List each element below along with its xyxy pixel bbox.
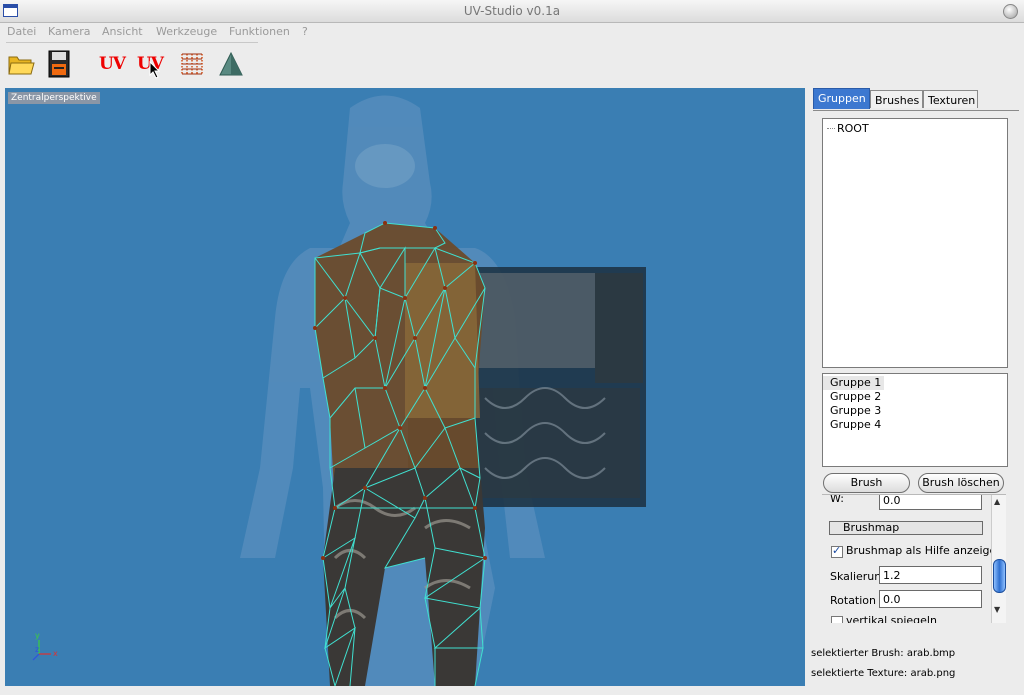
axis-z-label: z <box>35 645 40 654</box>
properties-scrollbar[interactable]: ▲ ▼ <box>991 495 1006 623</box>
tab-divider <box>813 110 1019 111</box>
window-title: UV-Studio v0.1a <box>463 4 561 18</box>
scrollbar-thumb[interactable] <box>993 559 1006 593</box>
scale-field[interactable]: 1.2 <box>879 566 982 584</box>
scene-render <box>32 95 646 686</box>
grid-mesh-icon <box>181 53 203 75</box>
menu-bar: Datei Kamera Ansicht Werkzeuge Funktione… <box>0 22 1024 42</box>
title-bar: UV-Studio v0.1a <box>0 0 1024 23</box>
open-folder-button[interactable] <box>5 46 37 82</box>
viewport-label: Zentralperspektive <box>8 92 100 104</box>
assign-brush-button[interactable]: Brush zuweisen <box>823 473 910 506</box>
list-item[interactable]: Gruppe 2 <box>823 390 1007 404</box>
list-item[interactable]: Gruppe 1 <box>823 376 885 390</box>
tree-root-node[interactable]: ROOT <box>827 122 869 135</box>
brush-properties: W: 0.0 Brushmap Brushmap als Hilfe anzei… <box>822 494 1006 623</box>
list-item[interactable]: Gruppe 3 <box>823 404 1007 418</box>
w-field[interactable]: 0.0 <box>879 495 982 510</box>
scroll-down-icon[interactable]: ▼ <box>994 605 1000 614</box>
selected-texture-status: selektierte Texture: arab.png <box>811 668 956 679</box>
axis-x-label: x <box>53 649 58 658</box>
w-label: W: <box>830 494 844 505</box>
group-list[interactable]: Gruppe 1 Gruppe 2 Gruppe 3 Gruppe 4 <box>822 373 1008 467</box>
mouse-cursor-icon <box>149 61 161 79</box>
3d-viewport[interactable]: Zentralperspektive y x z <box>5 88 805 686</box>
tab-gruppen[interactable]: Gruppen <box>813 88 870 109</box>
delete-brush-button[interactable]: Brush löschen <box>918 473 1004 493</box>
list-item[interactable]: Gruppe 4 <box>823 418 1007 432</box>
uv-mode-button[interactable]: UV <box>96 46 128 82</box>
toolbar: UV UV <box>0 44 1024 86</box>
menu-datei[interactable]: Datei <box>7 25 36 38</box>
rotation-field[interactable]: 0.0 <box>879 590 982 608</box>
scale-label: Skalierun <box>830 570 882 583</box>
show-brushmap-label: Brushmap als Hilfe anzeigen <box>846 544 1004 557</box>
show-brushmap-checkbox[interactable] <box>831 544 843 558</box>
menu-funktionen[interactable]: Funktionen <box>229 25 290 38</box>
uv-icon: UV <box>98 54 126 74</box>
side-panel: Gruppen Brushes Texturen ROOT Gruppe 1 G… <box>809 86 1024 695</box>
rotation-label: Rotation <box>830 594 877 607</box>
scroll-up-icon[interactable]: ▲ <box>994 497 1000 506</box>
triangle-icon <box>219 51 243 76</box>
selected-brush-status: selektierter Brush: arab.bmp <box>811 648 956 659</box>
menu-kamera[interactable]: Kamera <box>48 25 91 38</box>
tab-brushes[interactable]: Brushes <box>870 90 923 108</box>
save-button[interactable] <box>43 46 75 82</box>
group-tree[interactable]: ROOT <box>822 118 1008 368</box>
menu-help[interactable]: ? <box>302 25 308 38</box>
texture-grid-button[interactable] <box>176 46 208 82</box>
window-control-button[interactable] <box>1003 4 1018 19</box>
tab-texturen[interactable]: Texturen <box>923 90 978 108</box>
menu-ansicht[interactable]: Ansicht <box>102 25 143 38</box>
floppy-disk-icon <box>48 50 70 78</box>
flip-vertical-label: vertikal spiegeln <box>846 614 937 623</box>
brushmap-button[interactable]: Brushmap <box>829 521 983 535</box>
axis-y-label: y <box>35 631 40 640</box>
triangle-button[interactable] <box>215 46 247 82</box>
menu-werkzeuge[interactable]: Werkzeuge <box>156 25 217 38</box>
menu-divider <box>6 42 258 43</box>
folder-icon <box>8 56 35 75</box>
flip-vertical-checkbox[interactable] <box>831 616 843 623</box>
